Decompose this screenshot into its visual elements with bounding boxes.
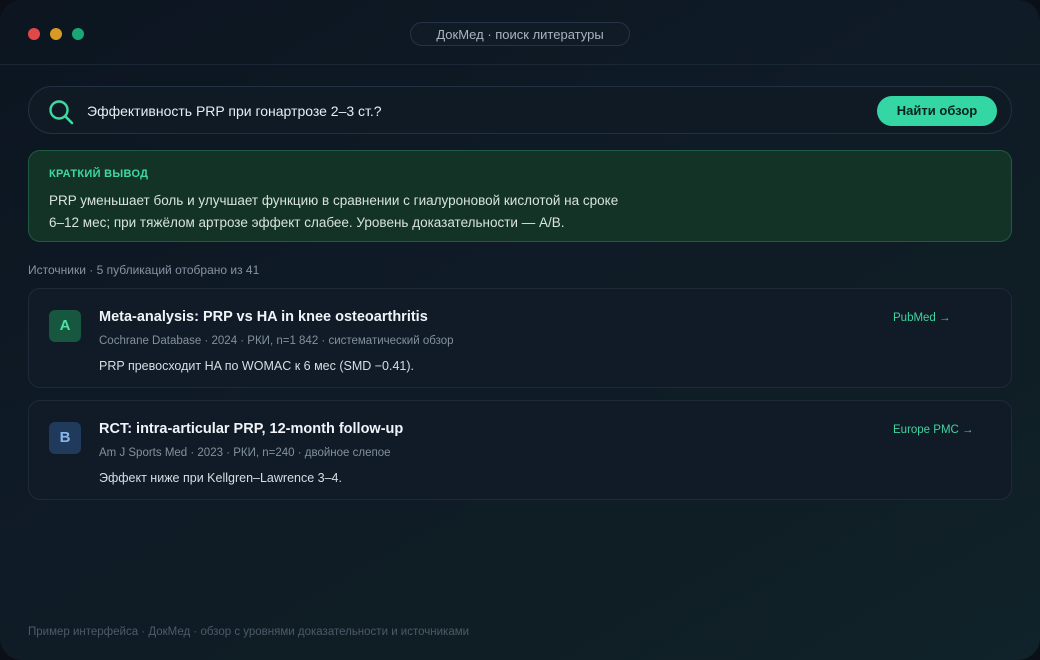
summary-text-line-1: PRP уменьшает боль и улучшает функцию в … xyxy=(49,193,619,208)
search-icon xyxy=(47,98,75,126)
source-title[interactable]: RCT: intra-articular PRP, 12-month follo… xyxy=(99,421,403,437)
app-window: ДокМед · поиск литературы Найти обзор КР… xyxy=(0,0,1040,660)
minimize-window-button[interactable] xyxy=(50,28,62,40)
summary-panel: КРАТКИЙ ВЫВОД PRP уменьшает боль и улучш… xyxy=(28,150,1012,242)
summary-text-line-2: 6–12 мес; при тяжёлом артрозе эффект сла… xyxy=(49,215,565,230)
search-input[interactable] xyxy=(87,99,867,123)
search-bar: Найти обзор xyxy=(28,86,1012,134)
source-meta: Cochrane Database · 2024 · РКИ, n=1 842 … xyxy=(99,335,454,347)
source-finding: Эффект ниже при Kellgren–Lawrence 3–4. xyxy=(99,471,342,485)
source-finding: PRP превосходит HA по WOMAC к 6 мес (SMD… xyxy=(99,359,415,373)
source-meta: Am J Sports Med · 2023 · РКИ, n=240 · дв… xyxy=(99,447,391,459)
close-window-button[interactable] xyxy=(28,28,40,40)
summary-label: КРАТКИЙ ВЫВОД xyxy=(49,168,149,180)
evidence-grade-badge: B xyxy=(49,422,81,454)
pubmed-link[interactable]: PubMed → xyxy=(893,312,951,324)
evidence-grade-badge: A xyxy=(49,310,81,342)
source-card[interactable]: A Meta-analysis: PRP vs HA in knee osteo… xyxy=(28,288,1012,388)
find-review-button[interactable]: Найти обзор xyxy=(877,96,997,126)
sources-header: Источники · 5 публикаций отобрано из 41 xyxy=(28,263,260,277)
title-bar: ДокМед · поиск литературы xyxy=(0,0,1040,65)
source-title[interactable]: Meta-analysis: PRP vs HA in knee osteoar… xyxy=(99,309,428,325)
source-card[interactable]: B RCT: intra-articular PRP, 12-month fol… xyxy=(28,400,1012,500)
europe-pmc-link[interactable]: Europe PMC → xyxy=(893,424,974,436)
footer-note: Пример интерфейса · ДокМед · обзор с уро… xyxy=(28,626,470,638)
window-title: ДокМед · поиск литературы xyxy=(410,22,630,46)
maximize-window-button[interactable] xyxy=(72,28,84,40)
